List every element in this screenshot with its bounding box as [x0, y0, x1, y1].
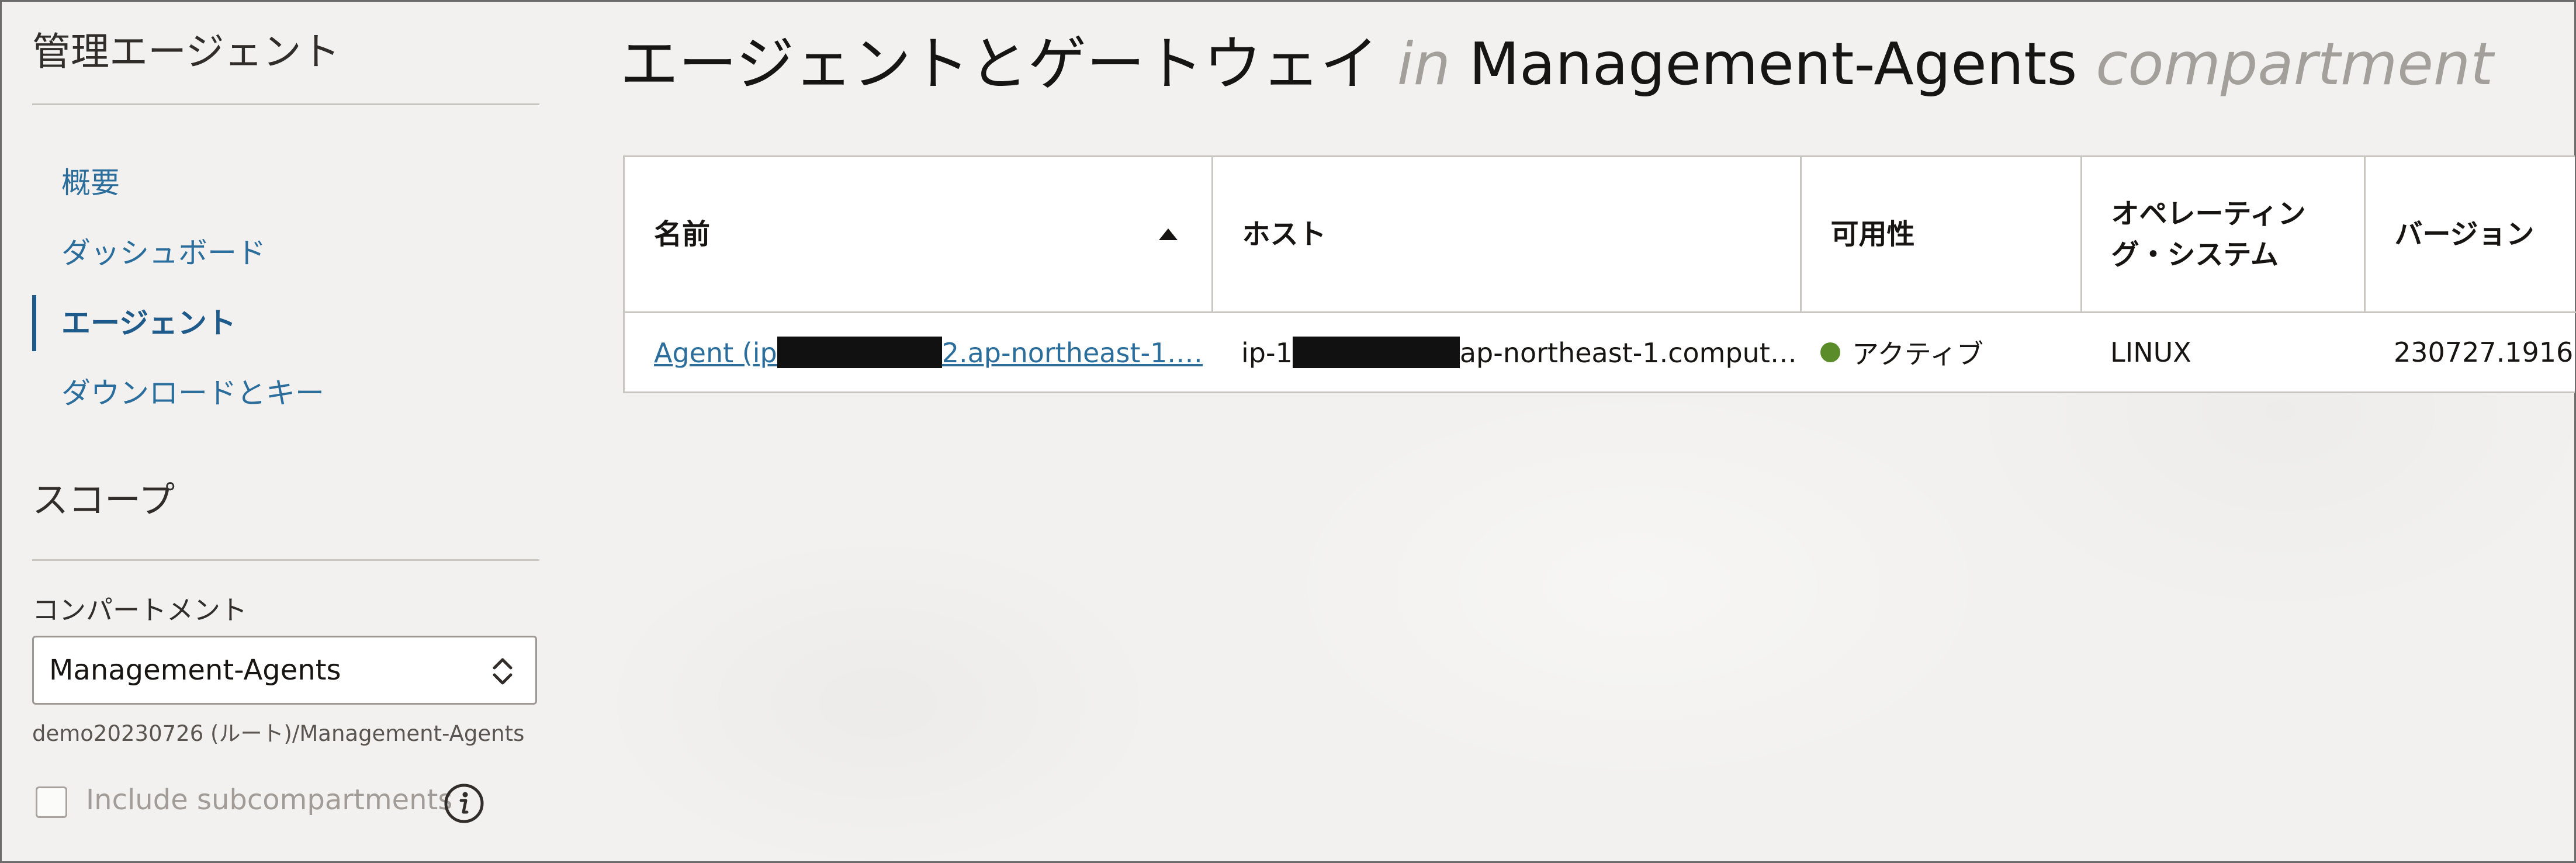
page-title-in: in	[1397, 30, 1450, 98]
sidebar: 管理エージェント 概要 ダッシュボード エージェント ダウンロードとキー スコー…	[2, 2, 551, 861]
column-header-name-label: 名前	[654, 218, 711, 251]
compartment-path: demo20230726 (ルート)/Management-Agents	[32, 721, 525, 746]
host-suffix: ap-northeast-1.comput…	[1459, 337, 1797, 369]
agent-name-cell: Agent (ip 2.ap-northeast-1.…	[625, 313, 1212, 392]
sort-ascending-icon[interactable]	[1158, 226, 1179, 242]
sidebar-item-downloads-and-keys[interactable]: ダウンロードとキー	[32, 358, 539, 428]
compartment-select[interactable]: Management-Agents	[32, 636, 537, 705]
agents-table: 名前 ホスト 可用性 オペレーティング・システム バージョン Agent (ip…	[623, 155, 2576, 393]
column-header-name[interactable]: 名前	[625, 157, 1213, 313]
compartment-select-value: Management-Agents	[49, 654, 341, 687]
scope-heading: スコープ	[32, 479, 175, 521]
page-title-compartment: Management-Agents	[1469, 30, 2078, 98]
sidebar-divider	[32, 103, 539, 105]
column-header-host[interactable]: ホスト	[1212, 157, 1802, 313]
agent-name-link[interactable]: Agent (ip 2.ap-northeast-1.…	[654, 336, 1203, 369]
sidebar-item-agents[interactable]: エージェント	[32, 288, 539, 358]
page-title-main: エージェントとゲートウェイ	[620, 30, 1379, 98]
chevron-up-down-icon	[493, 658, 513, 685]
table-row: Agent (ip 2.ap-northeast-1.… ip-1 ap-north…	[625, 313, 2576, 392]
include-subcompartments-label[interactable]: Include subcompartments	[86, 784, 452, 816]
column-header-availability[interactable]: 可用性	[1801, 157, 2082, 313]
availability-text: アクティブ	[1852, 338, 1983, 370]
sidebar-nav: 概要 ダッシュボード エージェント ダウンロードとキー	[32, 148, 539, 428]
sidebar-item-overview[interactable]: 概要	[32, 148, 539, 218]
column-header-os[interactable]: オペレーティング・システム	[2081, 157, 2366, 313]
compartment-label: コンパートメント	[32, 594, 247, 626]
app-frame: 管理エージェント 概要 ダッシュボード エージェント ダウンロードとキー スコー…	[0, 0, 2576, 863]
table-header-row: 名前 ホスト 可用性 オペレーティング・システム バージョン	[625, 157, 2576, 313]
include-subcompartments-checkbox[interactable]	[36, 786, 67, 818]
availability-cell: アクティブ	[1801, 313, 2081, 392]
host-prefix: ip-1	[1241, 337, 1293, 369]
sidebar-title: 管理エージェント	[32, 29, 340, 74]
status-active-icon	[1820, 342, 1840, 362]
redacted-block	[1292, 336, 1460, 368]
redacted-block	[777, 336, 942, 368]
agent-name-prefix[interactable]: Agent (ip	[654, 337, 777, 369]
os-cell: LINUX	[2110, 337, 2191, 368]
info-icon[interactable]	[443, 782, 485, 824]
scope-divider	[32, 559, 539, 561]
agent-name-suffix[interactable]: 2.ap-northeast-1.…	[942, 337, 1203, 369]
column-header-version[interactable]: バージョン	[2364, 157, 2576, 313]
page-title-suffix: compartment	[2096, 30, 2494, 98]
sidebar-item-dashboards[interactable]: ダッシュボード	[32, 218, 539, 288]
page-title: エージェントとゲートウェイ in Management-Agents compa…	[620, 26, 2493, 102]
version-cell: 230727.1916	[2394, 337, 2574, 368]
host-cell: ip-1 ap-northeast-1.comput…	[1212, 313, 1801, 392]
